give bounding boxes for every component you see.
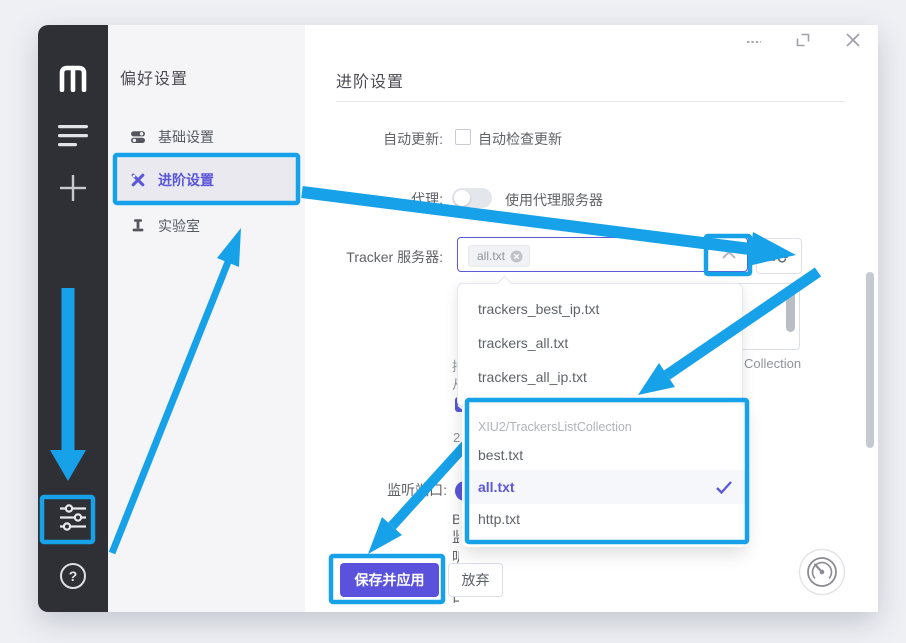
menu-item-lab[interactable]: 实验室 xyxy=(118,211,296,241)
minimize-icon xyxy=(746,31,762,49)
selected-check-icon xyxy=(716,481,732,494)
dropdown-item-selected[interactable]: all.txt xyxy=(462,470,746,504)
close-button[interactable] xyxy=(844,31,862,49)
selected-item-label: all.txt xyxy=(478,479,515,495)
plus-icon xyxy=(60,175,86,201)
sidebar-item-add-task[interactable] xyxy=(38,175,108,201)
auto-update-checkbox[interactable] xyxy=(455,129,471,145)
sync-icon xyxy=(769,248,789,265)
tracker-dropdown-panel: trackers_best_ip.txt trackers_all.txt tr… xyxy=(457,283,743,407)
lab-icon xyxy=(130,218,146,234)
screenshot-stage: ? 偏好设置 基础设置 xyxy=(0,0,906,643)
maximize-button[interactable] xyxy=(794,31,812,49)
dropdown-item[interactable]: trackers_all_ip.txt xyxy=(458,360,742,394)
close-icon xyxy=(846,33,860,47)
maximize-icon xyxy=(796,33,810,47)
advanced-settings-icon xyxy=(130,172,146,188)
task-list-icon xyxy=(58,125,88,147)
dropdown-item[interactable]: trackers_best_ip.txt xyxy=(458,292,742,326)
help-glyph: ? xyxy=(69,568,78,584)
sync-trackers-button[interactable] xyxy=(756,238,802,274)
tag-close-icon[interactable] xyxy=(510,250,523,263)
help-icon: ? xyxy=(60,563,86,589)
app-logo xyxy=(38,61,108,92)
page-scrollbar-thumb[interactable] xyxy=(866,272,874,448)
menu-label: 实验室 xyxy=(158,216,200,236)
menu-label: 基础设置 xyxy=(158,127,214,147)
dropdown-item[interactable]: http.txt xyxy=(462,504,746,534)
dropdown-group-label: XIU2/TrackersListCollection xyxy=(462,412,746,440)
sidebar-item-task-list[interactable] xyxy=(38,125,108,147)
listen-port-label: 监听端口: xyxy=(315,480,447,500)
tracker-server-label: Tracker 服务器: xyxy=(305,247,443,267)
preferences-sliders-icon xyxy=(58,504,88,531)
logo-m-icon xyxy=(56,61,90,92)
proxy-toggle[interactable] xyxy=(452,188,492,208)
menu-item-basic-settings[interactable]: 基础设置 xyxy=(118,122,296,152)
minimize-button[interactable] xyxy=(745,31,763,49)
dropdown-group-divider xyxy=(473,398,729,399)
discard-button[interactable]: 放弃 xyxy=(448,563,503,597)
menu-label: 进阶设置 xyxy=(158,170,214,190)
chevron-up-icon[interactable] xyxy=(721,250,737,260)
menu-item-advanced-settings[interactable]: 进阶设置 xyxy=(118,165,296,195)
speedometer-icon xyxy=(798,548,846,596)
sidebar: ? xyxy=(38,25,108,612)
auto-update-option-label: 自动检查更新 xyxy=(478,129,562,149)
page-title: 进阶设置 xyxy=(336,68,404,92)
dropdown-item[interactable]: trackers_all.txt xyxy=(458,326,742,360)
preferences-panel: 偏好设置 基础设置 xyxy=(108,25,305,612)
sync-time-fragment: 2 xyxy=(453,430,460,445)
sidebar-item-preferences[interactable] xyxy=(38,504,108,531)
sidebar-item-help[interactable]: ? xyxy=(38,563,108,589)
proxy-label: 代理: xyxy=(305,189,443,209)
selected-tracker-tag[interactable]: all.txt xyxy=(468,245,530,267)
tracker-help-collection: Collection xyxy=(744,356,801,371)
tracker-select-input[interactable]: all.txt xyxy=(457,237,748,272)
basic-settings-icon xyxy=(130,129,146,145)
tracker-dropdown-group-panel: XIU2/TrackersListCollection best.txt all… xyxy=(462,404,746,547)
preferences-title: 偏好设置 xyxy=(120,65,188,89)
dropdown-item[interactable]: best.txt xyxy=(462,440,746,470)
title-divider xyxy=(336,101,845,102)
auto-update-label: 自动更新: xyxy=(305,129,443,149)
toggle-knob xyxy=(454,190,470,206)
proxy-option-label: 使用代理服务器 xyxy=(505,190,603,210)
tag-label: all.txt xyxy=(477,249,505,263)
speed-limit-button[interactable] xyxy=(798,548,846,596)
textarea-scrollbar-thumb[interactable] xyxy=(786,288,795,332)
save-and-apply-button[interactable]: 保存并应用 xyxy=(340,563,439,597)
